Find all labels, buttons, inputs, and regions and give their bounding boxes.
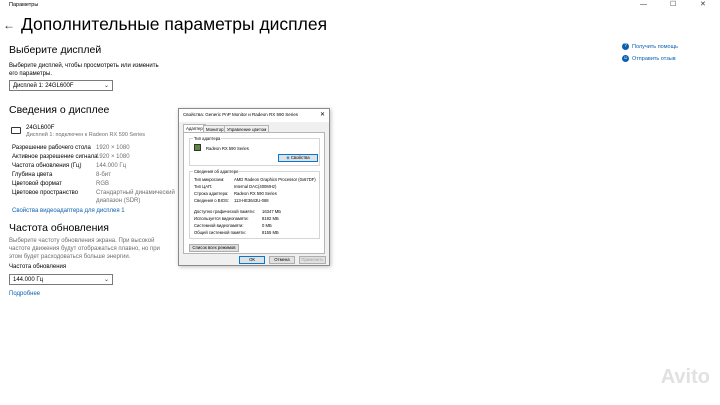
memory-value: 16347 МБ: [262, 209, 282, 214]
dialog-close-button[interactable]: ✕: [320, 111, 325, 118]
properties-dialog: Свойства: Generic PnP Monitor и Radeon R…: [178, 108, 330, 266]
info-value: Стандартный динамический диапазон (SDR): [96, 190, 175, 204]
memory-label: Общей системной памяти:: [194, 230, 246, 235]
refresh-heading: Частота обновления: [9, 222, 109, 234]
avito-watermark: Avito: [660, 366, 710, 388]
feedback-icon: ☺: [622, 55, 629, 62]
info-label: Цветовой формат: [12, 181, 62, 187]
adapter-properties-button[interactable]: ◈ Свойства: [278, 154, 318, 162]
info-label: Тип ЦАП:: [194, 184, 213, 189]
adapter-type-group: Тип адаптера Radeon RX 590 Series ◈ Свой…: [189, 136, 320, 166]
minimize-button[interactable]: —: [640, 1, 647, 9]
adapter-properties-link[interactable]: Свойства видеоадаптера для дисплея 1: [12, 208, 125, 214]
graphics-card-icon: [194, 144, 201, 151]
maximize-button[interactable]: ☐: [670, 1, 676, 9]
feedback-link[interactable]: ☺ Отправить отзыв: [622, 55, 676, 62]
info-label: Строка адаптера:: [194, 191, 229, 196]
info-label: Частота обновления (Гц): [12, 163, 82, 169]
apply-button[interactable]: Применить: [299, 256, 326, 264]
feedback-label: Отправить отзыв: [632, 55, 676, 62]
display-info-heading: Сведения о дисплее: [9, 104, 110, 116]
refresh-description: Выберите частоту обновления экрана. При …: [9, 238, 160, 260]
ok-button[interactable]: ОК: [239, 256, 265, 264]
info-label: Тип микросхем:: [194, 177, 225, 182]
memory-label: Системной видеопамяти:: [194, 223, 244, 228]
adapter-info-title: Сведения об адаптере: [193, 169, 240, 174]
adapter-properties-label: Свойства: [290, 155, 310, 160]
info-value: 1920 × 1080: [96, 154, 130, 160]
info-value: RGB: [96, 181, 110, 187]
shield-icon: ◈: [286, 155, 290, 160]
dialog-title: Свойства: Generic PnP Monitor и Radeon R…: [183, 112, 298, 117]
info-value: Radeon RX 590 Series: [234, 191, 277, 196]
memory-label: Доступно графической памяти:: [194, 209, 255, 214]
get-help-link[interactable]: ? Получить помощь: [622, 43, 678, 50]
memory-label: Используется видеопамяти:: [194, 216, 249, 221]
chevron-down-icon: ⌄: [103, 83, 109, 89]
help-icon: ?: [622, 43, 629, 50]
memory-value: 8155 МБ: [262, 230, 279, 235]
adapter-info-group: Сведения об адаптере Тип микросхем: AMD …: [189, 169, 320, 239]
info-value: 144.000 Гц: [96, 163, 127, 169]
list-all-modes-button[interactable]: Список всех режимов: [189, 244, 239, 252]
page-title: Дополнительные параметры дисплея: [21, 14, 328, 34]
title-bar: Параметры — ☐ ✕: [0, 0, 720, 12]
window-title: Параметры: [9, 2, 39, 8]
info-label: Активное разрешение сигнала: [12, 154, 98, 160]
memory-value: 8192 МБ: [262, 216, 279, 221]
adapter-type-title: Тип адаптера: [193, 136, 222, 141]
adapter-panel: Тип адаптера Radeon RX 590 Series ◈ Свой…: [183, 132, 325, 254]
tab-color-management[interactable]: Управление цветом: [224, 125, 270, 132]
adapter-name: Radeon RX 590 Series: [206, 146, 249, 151]
info-value: Internal DAC(400MHz): [234, 184, 277, 189]
more-info-link[interactable]: Подробнее: [9, 291, 40, 297]
get-help-label: Получить помощь: [632, 43, 678, 50]
chevron-down-icon: ⌄: [103, 277, 109, 283]
memory-value: 0 МБ: [262, 223, 272, 228]
info-label: Сведения о BIOS:: [194, 198, 229, 203]
select-display-heading: Выберите дисплей: [9, 44, 102, 56]
refresh-dropdown[interactable]: 144.000 Гц ⌄: [9, 274, 113, 285]
refresh-label: Частота обновления: [9, 264, 67, 270]
cancel-button[interactable]: Отмена: [269, 256, 295, 264]
close-button[interactable]: ✕: [700, 1, 706, 9]
tab-monitor[interactable]: Монитор: [203, 125, 227, 132]
display-dropdown[interactable]: Дисплей 1: 24GL600F ⌄: [9, 80, 113, 91]
info-value: AMD Radeon Graphics Processor (0x67DF): [234, 177, 316, 182]
info-value: 1920 × 1080: [96, 145, 130, 151]
info-value: 8-бит: [96, 172, 111, 178]
select-display-description: Выберите дисплей, чтобы просмотреть или …: [9, 63, 159, 77]
info-label: Цветовое пространство: [12, 190, 79, 196]
back-arrow-icon[interactable]: ←: [3, 18, 15, 32]
info-label: Глубина цвета: [12, 172, 53, 178]
monitor-connection: Дисплей 1: подключен к Radeon RX 590 Ser…: [26, 132, 145, 138]
info-label: Разрешение рабочего стола: [12, 145, 91, 151]
dialog-title-bar: Свойства: Generic PnP Monitor и Radeon R…: [179, 109, 329, 122]
info-value: 113-HE3643U-068: [234, 198, 269, 203]
refresh-dropdown-value: 144.000 Гц: [13, 277, 44, 283]
display-dropdown-value: Дисплей 1: 24GL600F: [13, 83, 74, 89]
monitor-icon: [11, 127, 21, 134]
